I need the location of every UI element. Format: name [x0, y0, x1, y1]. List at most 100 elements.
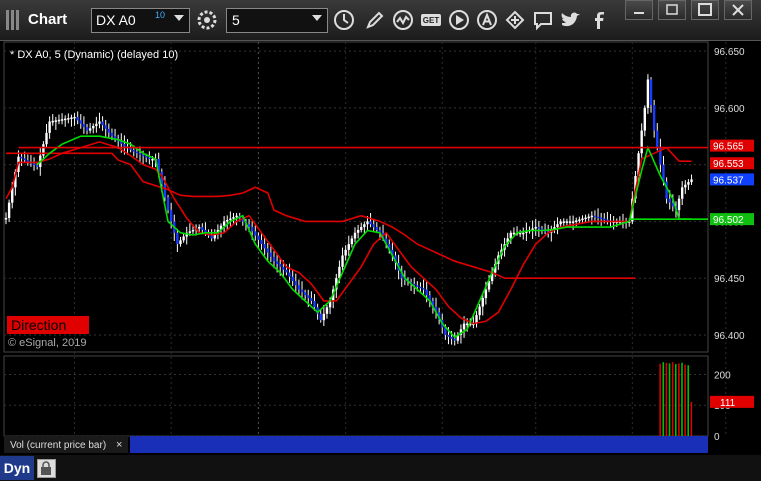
candle-body: [229, 218, 232, 221]
candle-body: [649, 79, 653, 106]
candle-body: [85, 127, 89, 131]
candle-body: [54, 120, 58, 122]
candle-body: [590, 215, 594, 218]
comment-icon[interactable]: [532, 9, 554, 31]
candle-body: [257, 235, 260, 240]
candle-body: [35, 165, 39, 167]
pencil-draw-icon[interactable]: [364, 9, 386, 31]
candle-body: [260, 239, 263, 245]
symbol-superscript: 10: [155, 10, 166, 20]
candle-body: [110, 132, 114, 137]
candle-body: [562, 221, 565, 223]
restore-icon: [666, 4, 678, 15]
candle-body: [366, 221, 369, 225]
candle-body: [26, 160, 30, 162]
volume-bar: [674, 364, 677, 436]
link-arrows-icon[interactable]: [504, 9, 526, 31]
candle-body: [363, 224, 366, 228]
chevron-down-icon[interactable]: [174, 15, 184, 21]
volume-bar: [668, 363, 671, 436]
candle-body: [565, 221, 569, 223]
maximize-button[interactable]: [691, 0, 719, 20]
candle-body: [129, 148, 132, 150]
candle-body: [599, 217, 603, 220]
get-icon[interactable]: GET: [420, 9, 442, 31]
symbol-input[interactable]: DX A0 10: [91, 8, 190, 33]
candle-body: [291, 276, 294, 282]
candle-body: [232, 217, 235, 219]
lock-icon[interactable]: [37, 459, 56, 478]
minimize-button[interactable]: [625, 0, 653, 20]
candle-body: [603, 218, 606, 221]
candle-body: [310, 298, 313, 301]
candle-body: [534, 227, 537, 229]
candle-body: [64, 118, 67, 121]
candle-body: [179, 240, 182, 245]
candle-body: [4, 218, 8, 220]
dynamic-mode-button[interactable]: Dyn: [0, 456, 34, 480]
candle-body: [263, 244, 266, 249]
chart-area[interactable]: 96.65096.60096.55096.50096.45096.40020:0…: [0, 40, 761, 455]
candle-body: [57, 119, 61, 122]
interval-input[interactable]: 5: [226, 8, 328, 33]
candle-body: [176, 232, 179, 245]
candle-body: [313, 300, 316, 308]
candle-body: [559, 221, 562, 225]
candle-body: [307, 295, 310, 299]
chart-title: * DX A0, 5 (Dynamic) (delayed 10): [10, 49, 178, 61]
candle-body: [7, 202, 11, 219]
candle-body: [51, 120, 54, 123]
candle-body: [425, 289, 428, 296]
chart-window: Chart DX A0 10 5 GET 96.65096.60096.55: [0, 0, 761, 481]
candle-body: [587, 216, 590, 219]
candle-body: [191, 229, 195, 232]
candle-body: [104, 125, 107, 129]
close-button[interactable]: [724, 0, 752, 20]
candle-body: [275, 261, 279, 264]
play-icon[interactable]: [448, 9, 470, 31]
candle-body: [652, 105, 656, 131]
grip-icon[interactable]: [4, 8, 22, 32]
candle-body: [369, 221, 372, 225]
alert-a-icon[interactable]: [476, 9, 498, 31]
candle-body: [680, 187, 684, 199]
volume-bar: [684, 364, 686, 436]
candle-body: [188, 231, 192, 233]
candle-body: [135, 151, 139, 154]
candle-body: [687, 182, 690, 185]
candle-body: [82, 123, 86, 128]
candle-body: [419, 286, 422, 289]
maximize-icon: [698, 3, 712, 16]
candle-body: [356, 229, 360, 233]
price-tick-label: 96.450: [714, 274, 745, 285]
candle-body: [522, 232, 525, 235]
candle-body: [60, 119, 64, 121]
candle-body: [282, 266, 285, 270]
candle-body: [684, 184, 687, 188]
candle-body: [288, 272, 291, 277]
candle-body: [285, 269, 288, 273]
study-wave-icon[interactable]: [392, 9, 414, 31]
candle-body: [350, 238, 354, 245]
chevron-down-icon[interactable]: [312, 15, 322, 21]
settings-gear-icon[interactable]: [196, 9, 218, 31]
volume-bar: [690, 401, 693, 436]
candle-body: [360, 227, 363, 230]
watermark: © eSignal, 2019: [8, 337, 86, 349]
candle-body: [668, 198, 671, 203]
candle-body: [646, 79, 650, 108]
price-pane: [3, 41, 709, 353]
candle-body: [484, 289, 488, 299]
facebook-icon[interactable]: [588, 9, 610, 31]
candle-body: [347, 244, 350, 250]
candle-body: [584, 217, 587, 220]
candle-body: [372, 224, 375, 228]
candle-body: [269, 252, 273, 257]
restore-button[interactable]: [658, 0, 686, 20]
volume-bar: [678, 363, 680, 436]
clock-icon[interactable]: [333, 9, 355, 31]
volume-bar: [681, 362, 683, 436]
candle-body: [98, 121, 101, 124]
twitter-icon[interactable]: [560, 9, 582, 31]
candle-body: [416, 285, 419, 287]
